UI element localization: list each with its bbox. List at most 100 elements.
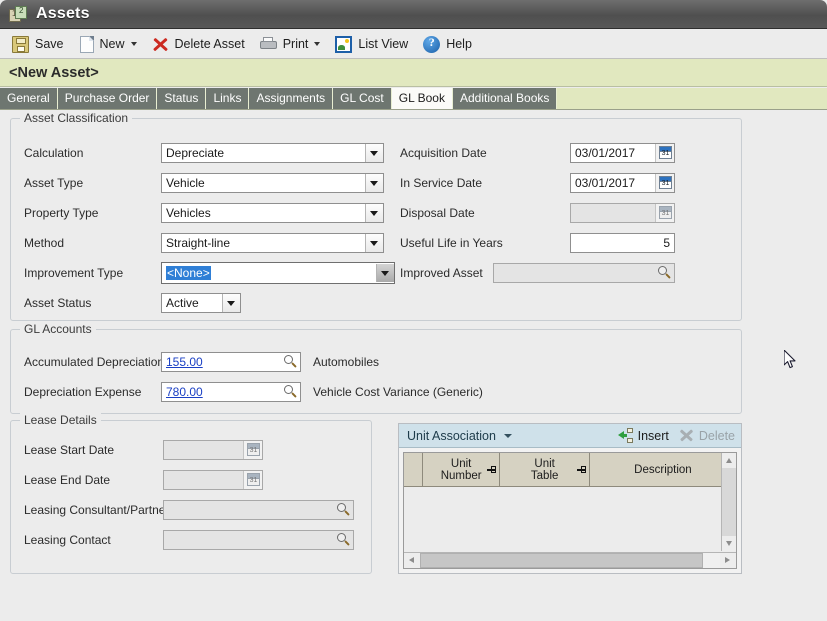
page-title: <New Asset> xyxy=(9,64,99,81)
in-service-date-field[interactable]: 03/01/2017 xyxy=(570,173,675,193)
search-icon[interactable] xyxy=(333,531,353,549)
print-button-label: Print xyxy=(282,37,309,51)
search-icon[interactable] xyxy=(654,264,674,282)
disposal-date-field[interactable] xyxy=(570,203,675,223)
improved-asset-label: Improved Asset xyxy=(400,266,483,280)
scroll-up-icon[interactable] xyxy=(722,453,736,468)
method-combo[interactable]: Straight-line xyxy=(161,233,384,253)
lease-end-date-field[interactable] xyxy=(163,470,263,490)
depreciation-expense-lookup[interactable]: 780.00 xyxy=(161,382,301,402)
print-button[interactable]: Print xyxy=(258,33,327,55)
property-type-combo[interactable]: Vehicles xyxy=(161,203,384,223)
list-view-button[interactable]: List View xyxy=(333,33,414,55)
tab-gl-book[interactable]: GL Book xyxy=(391,88,453,109)
scroll-right-icon[interactable] xyxy=(720,553,736,568)
grid-column-unit-table[interactable]: Unit Table xyxy=(500,453,590,486)
insert-row-icon xyxy=(617,428,633,443)
chevron-down-icon[interactable] xyxy=(130,42,137,46)
tab-assignments[interactable]: Assignments xyxy=(249,88,334,109)
tab-gl-cost[interactable]: GL Cost xyxy=(333,88,392,109)
property-type-value: Vehicles xyxy=(166,206,211,220)
new-button[interactable]: New xyxy=(77,33,143,55)
asset-classification-legend: Asset Classification xyxy=(20,111,133,125)
calculation-label: Calculation xyxy=(24,146,84,160)
calendar-icon[interactable] xyxy=(655,144,674,162)
save-button[interactable]: Save xyxy=(10,33,70,55)
acquisition-date-field[interactable]: 03/01/2017 xyxy=(570,143,675,163)
gl-accounts-legend: GL Accounts xyxy=(20,322,96,336)
improvement-type-combo[interactable]: <None> xyxy=(161,262,395,284)
search-icon[interactable] xyxy=(280,353,300,371)
accumulated-depreciation-label: Accumulated Depreciation xyxy=(24,355,165,369)
chevron-down-icon[interactable] xyxy=(365,174,383,192)
improvement-type-label: Improvement Type xyxy=(24,266,124,280)
accumulated-depreciation-description: Automobiles xyxy=(313,355,380,369)
chevron-down-icon[interactable] xyxy=(314,42,321,46)
tab-purchase-order[interactable]: Purchase Order xyxy=(57,88,158,109)
printer-icon xyxy=(259,36,277,53)
unit-association-panel: Unit Association Insert Delete Unit Numb… xyxy=(398,423,742,574)
tab-strip: General Purchase Order Status Links Assi… xyxy=(0,88,827,110)
tab-status[interactable]: Status xyxy=(157,88,207,109)
asset-type-combo[interactable]: Vehicle xyxy=(161,173,384,193)
method-value: Straight-line xyxy=(166,236,231,250)
depreciation-expense-value[interactable]: 780.00 xyxy=(162,383,280,401)
new-page-icon xyxy=(79,35,94,53)
chevron-down-icon[interactable] xyxy=(222,294,240,312)
grid-header-row: Unit Number Unit Table Description xyxy=(404,453,736,487)
gl-accounts-group: GL Accounts xyxy=(10,322,742,414)
delete-x-icon xyxy=(152,36,169,53)
asset-status-combo[interactable]: Active xyxy=(161,293,241,313)
grid-column-unit-number[interactable]: Unit Number xyxy=(423,453,501,486)
calendar-icon[interactable] xyxy=(655,174,674,192)
improved-asset-lookup[interactable] xyxy=(493,263,675,283)
leasing-contact-label: Leasing Contact xyxy=(24,533,111,547)
useful-life-value: 5 xyxy=(663,236,670,250)
grid-column-description[interactable]: Description xyxy=(590,453,736,486)
calculation-combo[interactable]: Depreciate xyxy=(161,143,384,163)
search-icon[interactable] xyxy=(333,501,353,519)
help-button[interactable]: Help xyxy=(421,33,478,55)
grid-vertical-scrollbar[interactable] xyxy=(721,453,736,551)
assets-window-icon xyxy=(9,5,27,23)
useful-life-field[interactable]: 5 xyxy=(570,233,675,253)
chevron-down-icon[interactable] xyxy=(365,204,383,222)
unit-association-header: Unit Association Insert Delete xyxy=(399,424,741,448)
insert-button[interactable]: Insert xyxy=(617,428,669,443)
improvement-type-value: <None> xyxy=(162,264,376,282)
scroll-down-icon[interactable] xyxy=(722,536,736,551)
horizontal-scroll-thumb[interactable] xyxy=(420,553,703,568)
scroll-left-icon[interactable] xyxy=(404,553,420,568)
tab-links[interactable]: Links xyxy=(206,88,250,109)
record-header-band: <New Asset> xyxy=(0,59,827,87)
leasing-consultant-lookup[interactable] xyxy=(163,500,354,520)
delete-asset-button[interactable]: Delete Asset xyxy=(150,33,251,55)
acquisition-date-label: Acquisition Date xyxy=(400,146,487,160)
help-icon xyxy=(423,35,441,53)
chevron-down-icon[interactable] xyxy=(365,234,383,252)
lease-end-date-label: Lease End Date xyxy=(24,473,111,487)
search-icon[interactable] xyxy=(280,383,300,401)
vertical-scroll-track[interactable] xyxy=(722,468,736,536)
leasing-contact-lookup[interactable] xyxy=(163,530,354,550)
tab-additional-books[interactable]: Additional Books xyxy=(452,88,558,109)
calendar-icon xyxy=(655,204,674,222)
accumulated-depreciation-value[interactable]: 155.00 xyxy=(162,353,280,371)
tab-general[interactable]: General xyxy=(0,88,58,109)
unit-association-grid: Unit Number Unit Table Description xyxy=(403,452,737,569)
accumulated-depreciation-lookup[interactable]: 155.00 xyxy=(161,352,301,372)
method-label: Method xyxy=(24,236,65,250)
pin-icon[interactable] xyxy=(576,466,586,473)
grid-body-empty xyxy=(404,487,736,550)
help-button-label: Help xyxy=(446,37,472,51)
property-type-label: Property Type xyxy=(24,206,99,220)
asset-type-label: Asset Type xyxy=(24,176,84,190)
pin-icon[interactable] xyxy=(487,466,497,473)
grid-horizontal-scrollbar[interactable] xyxy=(404,552,736,568)
lease-start-date-field[interactable] xyxy=(163,440,263,460)
chevron-down-icon[interactable] xyxy=(503,433,512,438)
in-service-date-value: 03/01/2017 xyxy=(575,176,636,190)
chevron-down-icon[interactable] xyxy=(365,144,383,162)
in-service-date-label: In Service Date xyxy=(400,176,483,190)
chevron-down-icon[interactable] xyxy=(376,264,394,282)
